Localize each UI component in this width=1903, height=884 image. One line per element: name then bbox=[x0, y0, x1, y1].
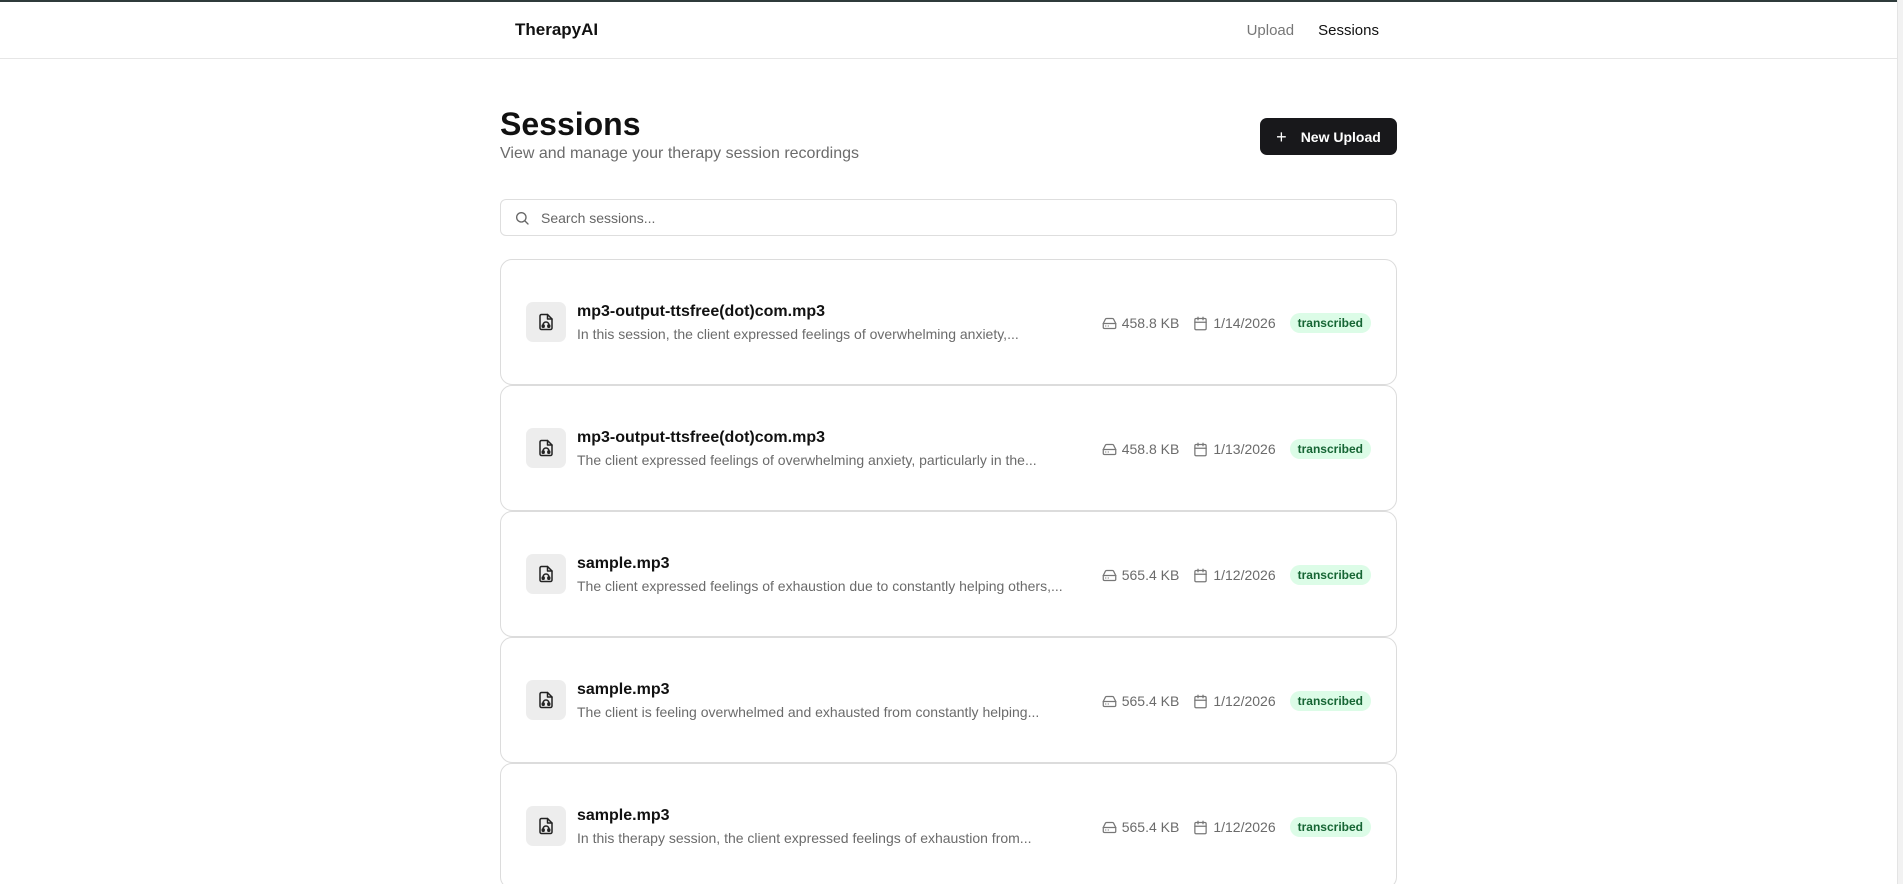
session-summary: The client is feeling overwhelmed and ex… bbox=[577, 704, 1040, 720]
file-audio-icon bbox=[526, 554, 566, 594]
session-date-text: 1/13/2026 bbox=[1213, 441, 1276, 457]
file-audio-icon bbox=[526, 428, 566, 468]
session-file-name: mp3-output-ttsfree(dot)com.mp3 bbox=[577, 429, 825, 446]
session-list: mp3-output-ttsfree(dot)com.mp3 In this s… bbox=[500, 259, 1397, 884]
session-date: 1/14/2026 bbox=[1193, 315, 1276, 331]
session-meta: 458.8 KB 1/13/2026 transcribed bbox=[1102, 439, 1371, 459]
session-date-text: 1/12/2026 bbox=[1213, 693, 1276, 709]
main-nav: Upload Sessions bbox=[1247, 22, 1379, 39]
calendar-icon bbox=[1194, 820, 1208, 834]
session-size-text: 565.4 KB bbox=[1121, 567, 1180, 583]
session-size-text: 458.8 KB bbox=[1121, 441, 1180, 457]
session-summary: In this session, the client expressed fe… bbox=[577, 326, 1019, 342]
status-badge: transcribed bbox=[1289, 565, 1371, 585]
page-subtitle: View and manage your therapy session rec… bbox=[500, 145, 860, 162]
session-size: 458.8 KB bbox=[1102, 441, 1180, 457]
page-scrollbar[interactable] bbox=[1897, 0, 1903, 884]
new-upload-button[interactable]: + New Upload bbox=[1260, 118, 1397, 155]
session-card[interactable]: mp3-output-ttsfree(dot)com.mp3 In this s… bbox=[500, 259, 1397, 385]
plus-icon: + bbox=[1276, 126, 1287, 147]
brand-logo[interactable]: TherapyAI bbox=[515, 20, 598, 40]
status-badge: transcribed bbox=[1289, 439, 1371, 459]
session-date: 1/12/2026 bbox=[1193, 567, 1276, 583]
nav-sessions-link[interactable]: Sessions bbox=[1318, 22, 1379, 39]
hard-drive-icon bbox=[1102, 695, 1117, 707]
session-card[interactable]: sample.mp3 The client is feeling overwhe… bbox=[500, 637, 1397, 763]
session-size: 565.4 KB bbox=[1102, 693, 1180, 709]
page-title: Sessions bbox=[500, 106, 641, 142]
session-size: 565.4 KB bbox=[1102, 819, 1180, 835]
session-date-text: 1/12/2026 bbox=[1213, 567, 1276, 583]
session-date: 1/12/2026 bbox=[1193, 693, 1276, 709]
status-badge: transcribed bbox=[1289, 691, 1371, 711]
calendar-icon bbox=[1194, 442, 1208, 456]
hard-drive-icon bbox=[1102, 569, 1117, 581]
top-navigation-bar: TherapyAI Upload Sessions bbox=[0, 0, 1903, 59]
file-audio-icon bbox=[526, 806, 566, 846]
search-input[interactable] bbox=[541, 200, 1381, 235]
session-file-name: sample.mp3 bbox=[577, 807, 670, 824]
hard-drive-icon bbox=[1102, 443, 1117, 455]
session-meta: 565.4 KB 1/12/2026 transcribed bbox=[1102, 565, 1371, 585]
session-file-name: mp3-output-ttsfree(dot)com.mp3 bbox=[577, 303, 825, 320]
search-box bbox=[500, 199, 1397, 236]
session-size: 565.4 KB bbox=[1102, 567, 1180, 583]
session-meta: 565.4 KB 1/12/2026 transcribed bbox=[1102, 817, 1371, 837]
calendar-icon bbox=[1194, 568, 1208, 582]
status-badge: transcribed bbox=[1289, 817, 1371, 837]
session-summary: The client expressed feelings of exhaust… bbox=[577, 578, 1063, 594]
session-meta: 458.8 KB 1/14/2026 transcribed bbox=[1102, 313, 1371, 333]
session-size: 458.8 KB bbox=[1102, 315, 1180, 331]
session-summary: In this therapy session, the client expr… bbox=[577, 830, 1032, 846]
session-card[interactable]: sample.mp3 In this therapy session, the … bbox=[500, 763, 1397, 884]
session-file-name: sample.mp3 bbox=[577, 681, 670, 698]
calendar-icon bbox=[1194, 694, 1208, 708]
session-card[interactable]: sample.mp3 The client expressed feelings… bbox=[500, 511, 1397, 637]
new-upload-label: New Upload bbox=[1300, 128, 1381, 145]
session-date: 1/12/2026 bbox=[1193, 819, 1276, 835]
file-audio-icon bbox=[526, 302, 566, 342]
session-size-text: 458.8 KB bbox=[1121, 315, 1180, 331]
session-size-text: 565.4 KB bbox=[1121, 819, 1180, 835]
session-meta: 565.4 KB 1/12/2026 transcribed bbox=[1102, 691, 1371, 711]
file-audio-icon bbox=[526, 680, 566, 720]
session-date: 1/13/2026 bbox=[1193, 441, 1276, 457]
status-badge: transcribed bbox=[1289, 313, 1371, 333]
search-icon bbox=[516, 212, 529, 225]
nav-upload-link[interactable]: Upload bbox=[1247, 22, 1295, 39]
session-size-text: 565.4 KB bbox=[1121, 693, 1180, 709]
session-card[interactable]: mp3-output-ttsfree(dot)com.mp3 The clien… bbox=[500, 385, 1397, 511]
hard-drive-icon bbox=[1102, 821, 1117, 833]
session-date-text: 1/12/2026 bbox=[1213, 819, 1276, 835]
session-file-name: sample.mp3 bbox=[577, 555, 670, 572]
session-date-text: 1/14/2026 bbox=[1213, 315, 1276, 331]
hard-drive-icon bbox=[1102, 317, 1117, 329]
session-summary: The client expressed feelings of overwhe… bbox=[577, 452, 1037, 468]
calendar-icon bbox=[1194, 316, 1208, 330]
